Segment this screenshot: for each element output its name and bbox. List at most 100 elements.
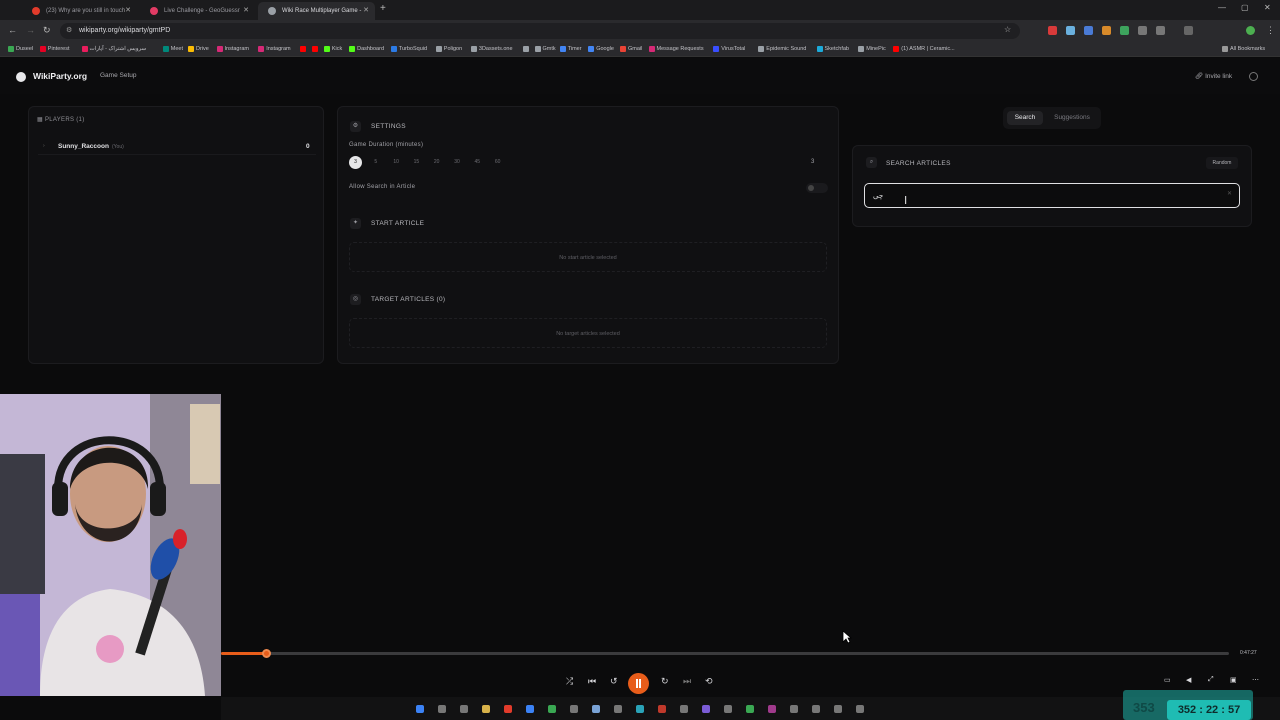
maximize-icon[interactable]: ▢ <box>1241 3 1249 12</box>
taskbar-app-icon[interactable] <box>724 705 732 713</box>
bookmark-item[interactable]: MinePic <box>858 42 886 57</box>
bookmark-item[interactable]: Dashboard <box>349 42 384 57</box>
extension-icon[interactable] <box>1138 26 1147 35</box>
bookmark-item[interactable]: Epidemic Sound <box>758 42 806 57</box>
seek-handle[interactable] <box>262 649 272 658</box>
tab-search[interactable]: Search <box>1007 111 1043 125</box>
taskbar-app-icon[interactable] <box>548 705 556 713</box>
bookmark-item[interactable] <box>522 42 531 57</box>
bookmark-item[interactable]: سرویس اشتراک - آپارات <box>81 42 146 57</box>
bookmark-star-icon[interactable]: ☆ <box>1004 25 1011 34</box>
taskbar-app-icon[interactable] <box>526 705 534 713</box>
bookmark-item[interactable]: Message Requests <box>648 42 704 57</box>
duration-chip-60[interactable]: 60 <box>491 156 504 169</box>
taskbar-app-icon[interactable] <box>614 705 622 713</box>
previous-icon[interactable]: ⏮︎ <box>588 676 596 687</box>
duration-chip-15[interactable]: 15 <box>410 156 423 169</box>
volume-icon[interactable]: ◀︎ <box>1186 676 1191 684</box>
pause-button[interactable] <box>628 673 649 694</box>
bookmark-item[interactable]: Google <box>588 42 614 57</box>
bookmark-item[interactable] <box>299 42 308 57</box>
all-bookmarks[interactable]: All Bookmarks <box>1222 42 1265 57</box>
browser-tab[interactable]: (23) Why are you still in touch ✕ <box>22 2 137 20</box>
bookmark-item[interactable]: TurboSquid <box>390 42 427 57</box>
subtitles-icon[interactable]: ▭ <box>1164 676 1171 684</box>
theme-toggle-icon[interactable] <box>1249 72 1258 81</box>
bookmark-item[interactable]: (1) ASMR | Ceramic... <box>893 42 955 57</box>
profile-icon[interactable] <box>1184 26 1193 35</box>
seek-bar[interactable] <box>221 649 1229 658</box>
rewind-icon[interactable]: ↺ <box>610 676 618 687</box>
pip-icon[interactable]: ▣ <box>1230 676 1237 684</box>
taskbar-app-icon[interactable] <box>658 705 666 713</box>
taskbar-app-icon[interactable] <box>438 705 446 713</box>
random-button[interactable]: Random <box>1206 157 1238 169</box>
new-tab-button[interactable]: + <box>380 3 386 14</box>
bookmark-item[interactable]: Gmtk <box>534 42 556 57</box>
forward-icon[interactable]: → <box>26 25 35 35</box>
taskbar-app-icon[interactable] <box>504 705 512 713</box>
url-text[interactable]: wikiparty.org/wikiparty/gmtPD <box>79 23 170 39</box>
back-icon[interactable]: ← <box>8 25 17 35</box>
taskbar-app-icon[interactable] <box>460 705 468 713</box>
taskbar-app-icon[interactable] <box>416 705 424 713</box>
bookmark-item[interactable]: 3Dassets.one <box>470 42 513 57</box>
avatar[interactable] <box>1246 26 1255 35</box>
taskbar-app-icon[interactable] <box>636 705 644 713</box>
allow-search-toggle[interactable] <box>806 183 828 193</box>
close-icon[interactable]: ✕ <box>125 2 131 20</box>
taskbar-app-icon[interactable] <box>768 705 776 713</box>
extension-icon[interactable] <box>1102 26 1111 35</box>
bookmark-item[interactable]: Duseel <box>8 42 33 57</box>
bookmark-item[interactable]: Meet <box>162 42 183 57</box>
forward-icon[interactable]: ↻ <box>661 676 669 687</box>
bookmark-item[interactable]: Instagram <box>216 42 249 57</box>
repeat-icon[interactable]: ⟲ <box>705 676 713 687</box>
bookmark-item[interactable]: Poligon <box>435 42 462 57</box>
more-icon[interactable]: ⋯ <box>1252 676 1259 684</box>
fullscreen-icon[interactable]: ⤢ <box>1208 676 1214 684</box>
taskbar-app-icon[interactable] <box>702 705 710 713</box>
taskbar-app-icon[interactable] <box>812 705 820 713</box>
duration-chip-10[interactable]: 10 <box>390 156 403 169</box>
browser-tab[interactable]: Live Challenge - GeoGuessr ✕ <box>140 2 255 20</box>
reload-icon[interactable]: ↻ <box>43 25 51 36</box>
shuffle-icon[interactable]: ⤮ <box>566 676 573 687</box>
bookmark-item[interactable]: VirusTotal <box>713 42 745 57</box>
menu-icon[interactable]: ⋮ <box>1266 25 1275 36</box>
bookmark-item[interactable]: Timer <box>559 42 582 57</box>
extension-icon[interactable] <box>1066 26 1075 35</box>
clear-icon[interactable]: ✕ <box>1227 190 1232 197</box>
bookmark-item[interactable]: Kick <box>323 42 342 57</box>
duration-chip-45[interactable]: 45 <box>471 156 484 169</box>
bookmark-item[interactable]: Drive <box>188 42 209 57</box>
taskbar-app-icon[interactable] <box>746 705 754 713</box>
extension-icon[interactable] <box>1084 26 1093 35</box>
extension-icon[interactable] <box>1120 26 1129 35</box>
next-icon[interactable]: ⏭︎ <box>683 676 691 687</box>
close-window-icon[interactable]: ✕ <box>1264 3 1271 12</box>
search-input[interactable] <box>873 189 1213 203</box>
taskbar-app-icon[interactable] <box>856 705 864 713</box>
taskbar-app-icon[interactable] <box>482 705 490 713</box>
invite-link-button[interactable]: 🔗︎ Invite link <box>1195 72 1232 80</box>
taskbar-app-icon[interactable] <box>680 705 688 713</box>
bookmark-item[interactable]: Instagram <box>258 42 291 57</box>
address-bar[interactable]: ⚙ wikiparty.org/wikiparty/gmtPD ☆ <box>60 23 1020 39</box>
tab-suggestions[interactable]: Suggestions <box>1047 111 1097 125</box>
taskbar-app-icon[interactable] <box>570 705 578 713</box>
close-icon[interactable]: ✕ <box>243 2 249 20</box>
bookmark-item[interactable]: Gmail <box>620 42 642 57</box>
app-logo[interactable]: WikiParty.org <box>33 71 87 81</box>
taskbar-app-icon[interactable] <box>592 705 600 713</box>
taskbar-app-icon[interactable] <box>834 705 842 713</box>
close-icon[interactable]: ✕ <box>363 2 369 20</box>
bookmark-item[interactable]: Pinterest <box>39 42 70 57</box>
minimize-icon[interactable]: — <box>1218 3 1226 12</box>
site-info-icon[interactable]: ⚙ <box>66 26 72 34</box>
nav-game-setup[interactable]: Game Setup <box>100 72 137 79</box>
duration-chip-30[interactable]: 30 <box>451 156 464 169</box>
extensions-puzzle-icon[interactable] <box>1156 26 1165 35</box>
duration-chip-3[interactable]: 3 <box>349 156 362 169</box>
browser-tab-active[interactable]: Wiki Race Multiplayer Game - ✕ <box>258 2 375 20</box>
